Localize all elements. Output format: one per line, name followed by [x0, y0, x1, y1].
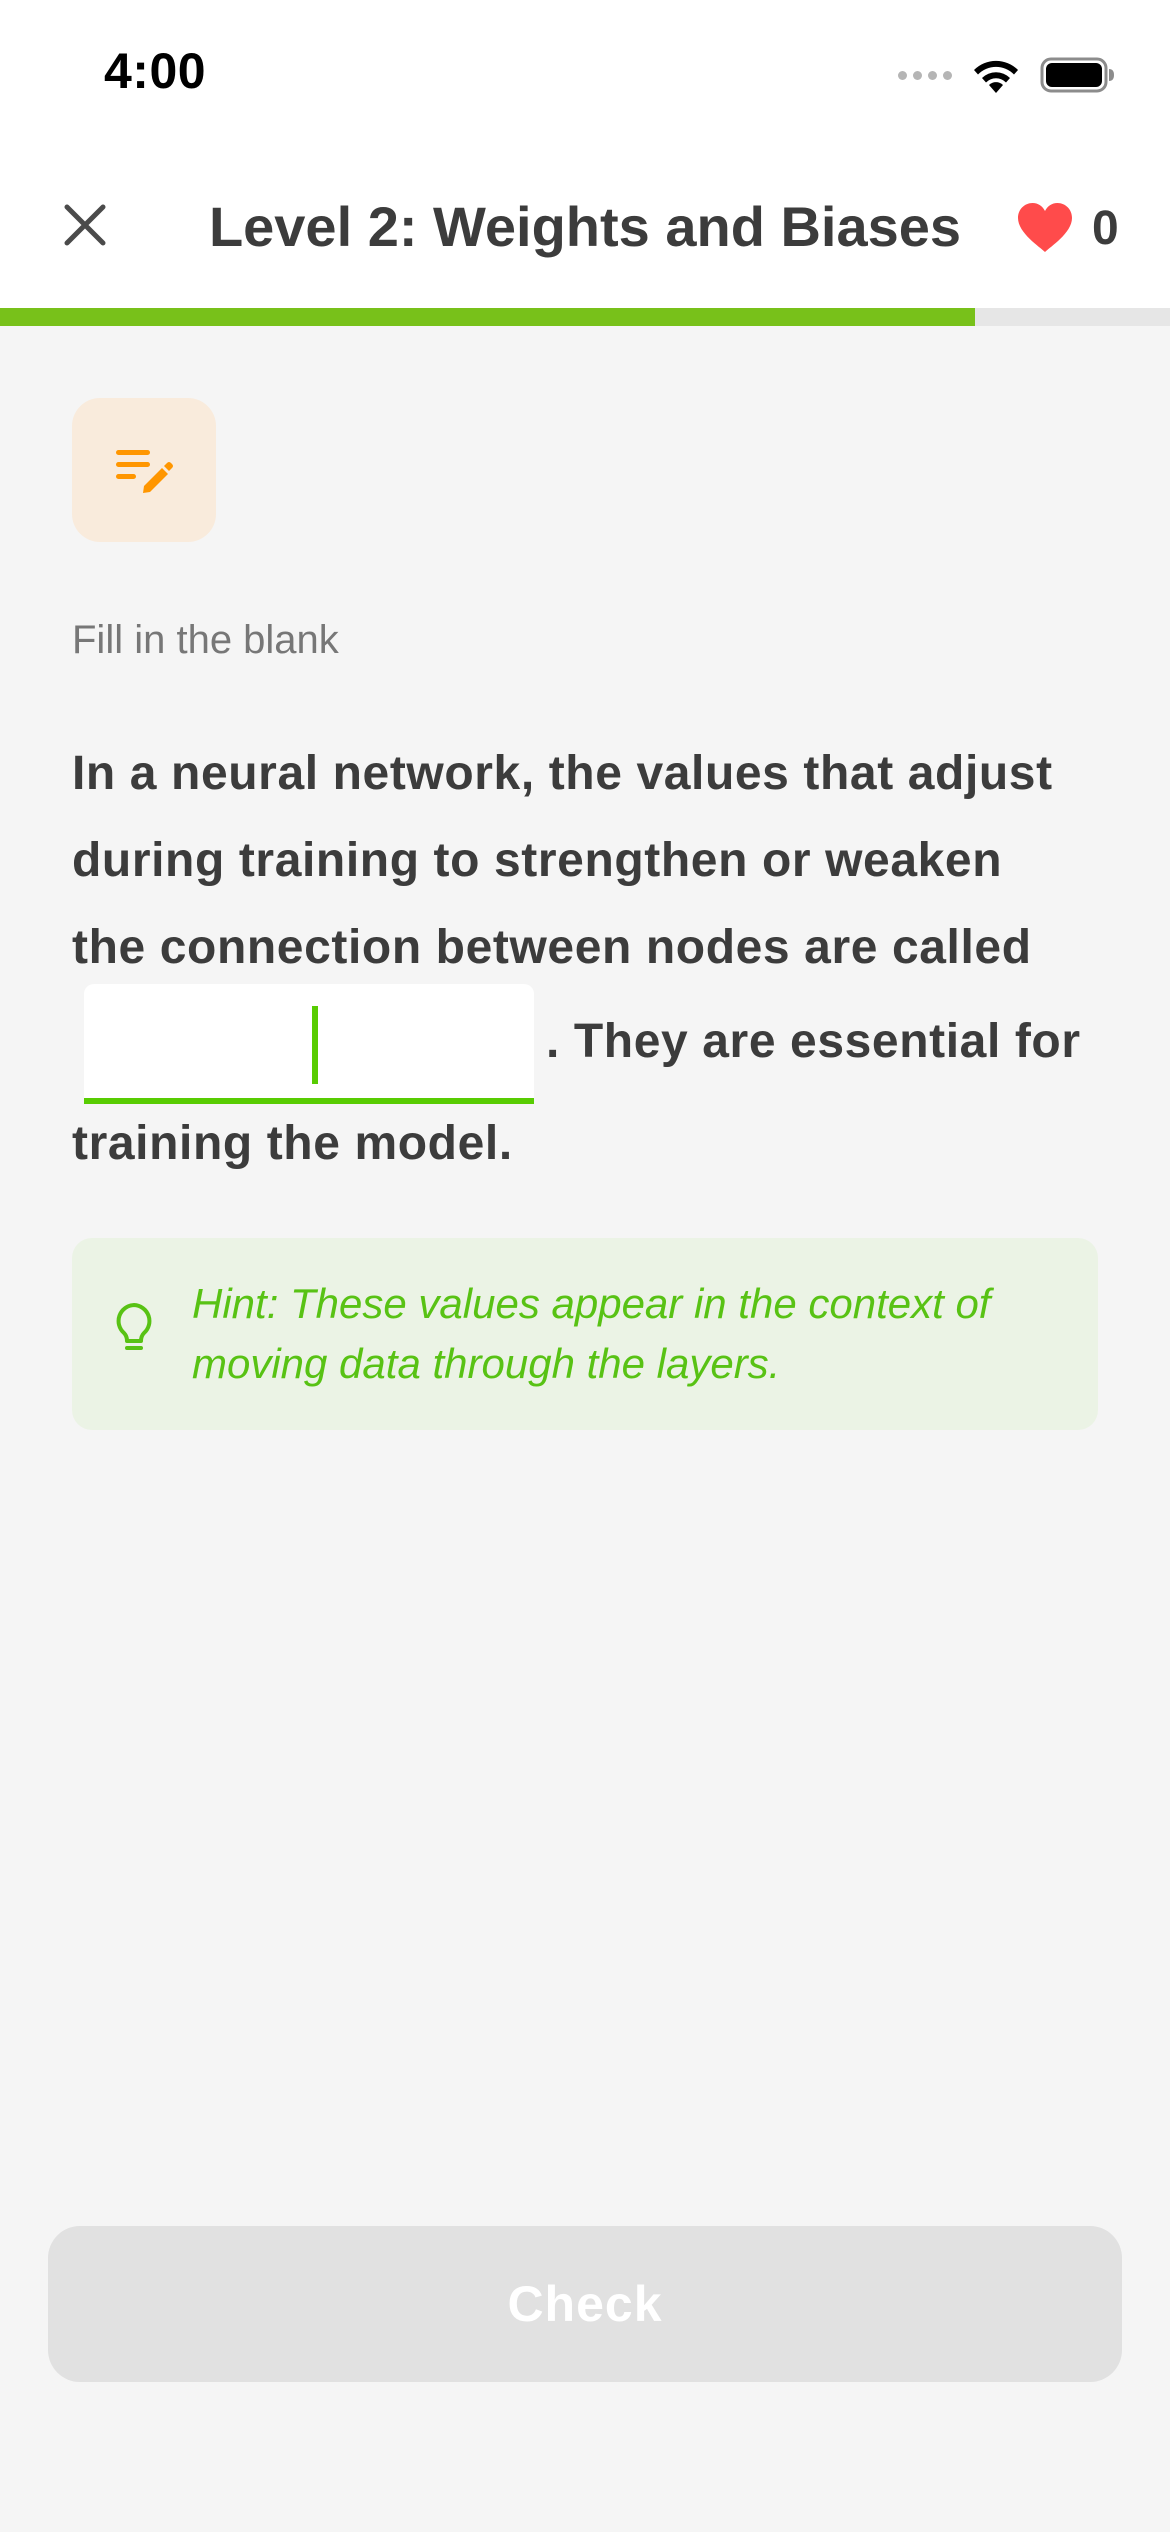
- hint-text: Hint: These values appear in the context…: [192, 1280, 991, 1387]
- page-title: Level 2: Weights and Biases: [208, 195, 962, 258]
- question-after-blank: . They are essential for: [546, 1015, 1081, 1068]
- lightbulb-icon: [116, 1303, 152, 1350]
- screen: 4:00 Level 2: Weights and Biases 0 Fill …: [0, 0, 1170, 2532]
- close-button[interactable]: [40, 190, 130, 260]
- hint-box: Hint: These values appear in the context…: [72, 1238, 1098, 1430]
- exercise-type-badge: [72, 398, 216, 542]
- question-line: the connection between nodes are called: [72, 921, 1032, 974]
- question-line: during training to strengthen or weaken: [72, 834, 1003, 887]
- hearts-counter[interactable]: 0: [1016, 196, 1119, 260]
- hearts-count: 0: [1092, 201, 1119, 255]
- question-text: In a neural network, the values that adj…: [72, 730, 1112, 1170]
- close-icon: [64, 204, 106, 246]
- heart-icon: [1018, 203, 1072, 252]
- wifi-icon: [974, 60, 1018, 93]
- edit-list-icon: [116, 450, 173, 493]
- text-caret: [312, 1006, 318, 1084]
- lesson-header: Level 2: Weights and Biases 0: [0, 150, 1170, 308]
- status-bar: 4:00: [0, 0, 1170, 150]
- battery-icon: [1040, 57, 1114, 93]
- status-time: 4:00: [104, 43, 207, 99]
- check-button[interactable]: Check: [48, 2226, 1122, 2382]
- cellular-signal-icon: [898, 70, 952, 80]
- blank-answer-input[interactable]: [84, 984, 534, 1104]
- status-icons: [898, 52, 1116, 98]
- exercise-type-label: Fill in the blank: [72, 618, 339, 662]
- question-line: In a neural network, the values that adj…: [72, 747, 1053, 800]
- lesson-progress-bar: [0, 308, 1170, 326]
- progress-fill: [0, 308, 975, 326]
- question-line: training the model.: [72, 1117, 513, 1170]
